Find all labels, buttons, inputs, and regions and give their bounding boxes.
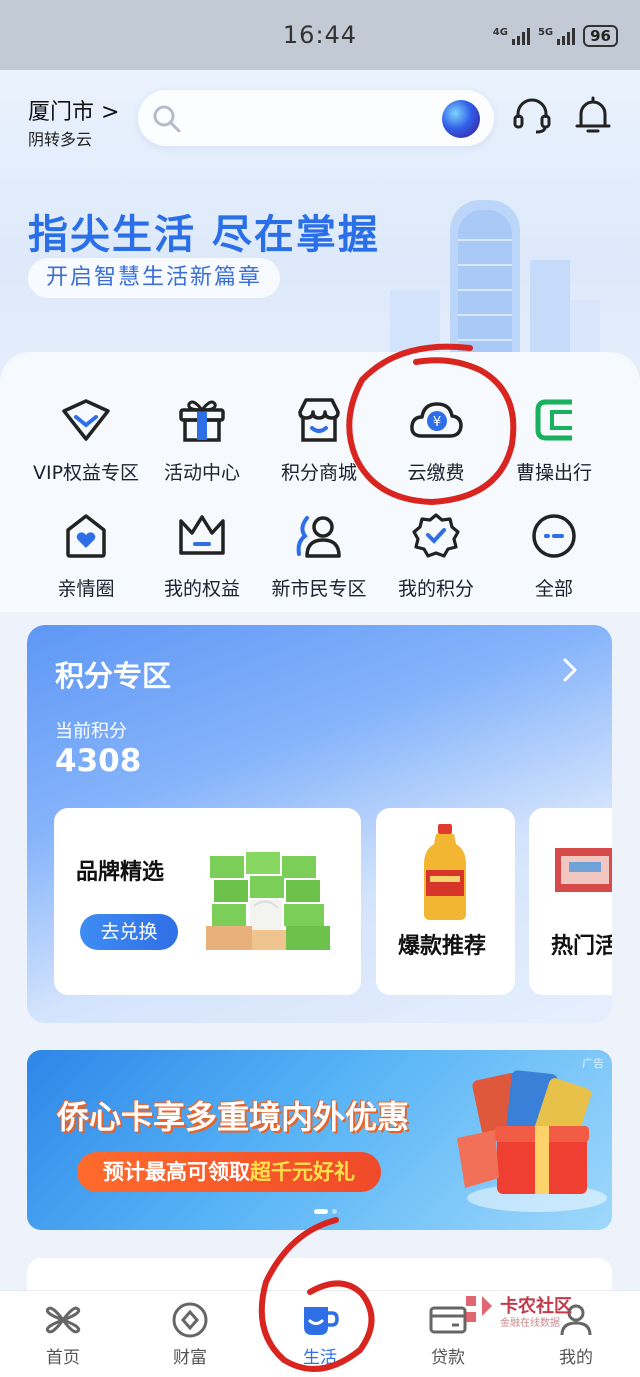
promo-banner[interactable]: 广告 侨心卡享多重境内外优惠 预计最高可领取超千元好礼 bbox=[27, 1050, 612, 1230]
watermark: 卡农社区 金融在线数据 bbox=[462, 1290, 612, 1330]
battery-indicator: 96 bbox=[583, 25, 618, 47]
oil-bottle-image bbox=[424, 824, 466, 920]
service-caocao-travel[interactable]: 曹操出行 bbox=[490, 392, 618, 485]
customer-service-icon[interactable] bbox=[512, 96, 552, 136]
notification-bell-icon[interactable] bbox=[574, 96, 612, 136]
network-label: 4G bbox=[492, 27, 508, 38]
caocao-logo-icon bbox=[526, 392, 582, 448]
gift-cards-illustration bbox=[457, 1070, 607, 1212]
hero-slogan: 指尖生活 尽在掌握 bbox=[28, 212, 380, 258]
more-icon bbox=[526, 508, 582, 564]
redeem-button[interactable]: 去兑换 bbox=[80, 914, 178, 950]
tab-label: 首页 bbox=[46, 1348, 80, 1368]
hero-subtitle: 开启智慧生活新篇章 bbox=[28, 258, 281, 298]
service-label: VIP权益专区 bbox=[32, 462, 140, 484]
banner-headline: 侨心卡享多重境内外优惠 bbox=[57, 1098, 410, 1136]
life-cup-icon bbox=[304, 1307, 339, 1335]
service-label: 云缴费 bbox=[407, 462, 465, 484]
tab-label: 财富 bbox=[173, 1348, 207, 1368]
tab-home[interactable]: 首页 bbox=[13, 1301, 113, 1368]
family-house-icon bbox=[58, 508, 114, 564]
service-points-mall[interactable]: 积分商城 bbox=[255, 392, 383, 485]
brand-card-title: 品牌精选 bbox=[76, 860, 165, 885]
service-label: 积分商城 bbox=[280, 462, 357, 484]
city-selector[interactable]: 厦门市 > bbox=[28, 94, 119, 126]
service-my-rights[interactable]: 我的权益 bbox=[138, 508, 266, 601]
banner-subline: 预计最高可领取超千元好礼 bbox=[77, 1152, 381, 1192]
service-all[interactable]: 全部 bbox=[490, 508, 618, 601]
tab-label: 生活 bbox=[303, 1348, 337, 1368]
status-time: 16:44 bbox=[282, 21, 358, 49]
tab-label: 贷款 bbox=[431, 1348, 465, 1368]
watermark-logo-icon bbox=[466, 1296, 492, 1322]
network-label: 5G bbox=[537, 27, 554, 38]
service-my-points[interactable]: 我的积分 bbox=[372, 508, 500, 601]
ai-assistant-orb-icon[interactable] bbox=[442, 100, 480, 138]
banner-subline-text: 预计最高可领取 bbox=[103, 1160, 250, 1184]
home-clover-icon bbox=[45, 1306, 81, 1334]
current-points-value: 4308 bbox=[55, 743, 142, 779]
brand-select-card[interactable]: 品牌精选 去兑换 bbox=[54, 808, 361, 995]
points-zone-title[interactable]: 积分专区 bbox=[55, 653, 171, 695]
cloud-yen-icon: ¥ bbox=[408, 392, 464, 448]
points-badge-icon bbox=[408, 508, 464, 564]
service-grid: VIP权益专区 活动中心 积分商城 ¥ 云缴费 曹操出行 亲情圈 我的权益 新市… bbox=[0, 352, 640, 612]
new-citizen-icon bbox=[291, 508, 347, 564]
service-activity-center[interactable]: 活动中心 bbox=[138, 392, 266, 485]
service-label: 全部 bbox=[534, 578, 573, 600]
current-points-label: 当前积分 bbox=[55, 721, 127, 742]
vip-diamond-icon bbox=[58, 392, 114, 448]
hot-item-card[interactable]: 爆款推荐 bbox=[376, 808, 515, 995]
wealth-icon bbox=[172, 1302, 208, 1338]
service-vip[interactable]: VIP权益专区 bbox=[22, 392, 150, 485]
points-zone: 积分专区 当前积分 4308 品牌精选 去兑换 爆款推荐 热门活 bbox=[27, 625, 612, 1023]
svg-text:¥: ¥ bbox=[433, 415, 441, 430]
tab-wealth[interactable]: 财富 bbox=[140, 1301, 240, 1368]
signal-5g-icon: 5G bbox=[537, 27, 576, 45]
status-indicators: 4G 5G 96 bbox=[493, 25, 618, 47]
status-bar: 16:44 4G 5G 96 bbox=[0, 0, 640, 70]
tab-life[interactable]: 生活 bbox=[270, 1301, 370, 1368]
tissue-pack-image bbox=[206, 852, 330, 950]
hot-event-card[interactable]: 热门活 bbox=[529, 808, 612, 995]
service-label: 新市民专区 bbox=[271, 578, 367, 600]
chevron-right-icon[interactable] bbox=[562, 657, 578, 683]
hot-event-title: 热门活 bbox=[551, 934, 612, 959]
gift-box-image bbox=[555, 848, 612, 892]
carousel-indicator bbox=[314, 1209, 337, 1214]
weather-text: 阴转多云 bbox=[28, 130, 93, 149]
service-cloud-payment[interactable]: ¥ 云缴费 bbox=[372, 392, 500, 485]
watermark-subtitle: 金融在线数据 bbox=[500, 1318, 560, 1329]
service-label: 活动中心 bbox=[163, 462, 240, 484]
hot-item-title: 爆款推荐 bbox=[398, 934, 487, 959]
gift-icon bbox=[174, 392, 230, 448]
service-family-circle[interactable]: 亲情圈 bbox=[22, 508, 150, 601]
tab-label: 我的 bbox=[559, 1348, 593, 1368]
crown-icon bbox=[174, 508, 230, 564]
signal-4g-icon: 4G bbox=[493, 27, 530, 45]
store-icon bbox=[291, 392, 347, 448]
service-label: 亲情圈 bbox=[57, 578, 115, 600]
service-label: 曹操出行 bbox=[515, 462, 592, 484]
service-new-citizen[interactable]: 新市民专区 bbox=[255, 508, 383, 601]
service-label: 我的权益 bbox=[163, 578, 240, 600]
search-icon bbox=[153, 105, 181, 133]
banner-highlight: 超千元好礼 bbox=[250, 1160, 355, 1184]
search-input[interactable] bbox=[138, 90, 494, 146]
service-label: 我的积分 bbox=[397, 578, 474, 600]
hero-header: 厦门市 > 阴转多云 指尖生活 尽在掌握 开启智慧生活新篇章 bbox=[0, 70, 640, 390]
